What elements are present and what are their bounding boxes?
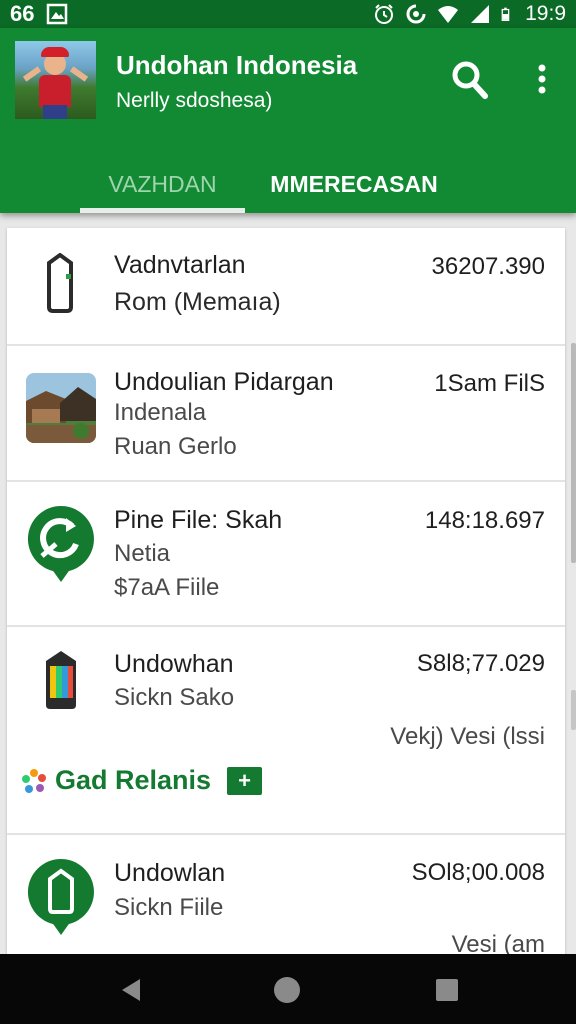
list-item[interactable]: Pine File: Skah Netia $7aA Fiile 148:18.… — [7, 482, 565, 627]
colorful-phone-icon — [46, 651, 76, 709]
status-left-text: 66 — [10, 1, 35, 26]
item-value: SOl8;00.008 — [411, 859, 545, 886]
signal-icon — [471, 5, 490, 23]
item-detail: Ruan Gerlo — [114, 433, 237, 460]
home-icon[interactable] — [271, 974, 303, 1006]
item-detail: $7aA Fiile — [114, 574, 220, 601]
avatar[interactable] — [15, 41, 96, 119]
battery-icon — [501, 7, 510, 21]
scrollbar-secondary — [571, 690, 576, 730]
pinwheel-icon — [22, 768, 46, 793]
phone-pin-icon — [27, 859, 94, 935]
app-subtitle: Nerlly sdoshesa) — [116, 89, 273, 112]
village-photo-thumbnail — [26, 373, 96, 443]
back-icon[interactable] — [116, 974, 148, 1006]
app-title: Undohan Indonesia — [116, 50, 358, 80]
list-card: Vadnvtarlan Rom (Memaıa) 36207.390 Undou… — [7, 228, 565, 958]
scrollbar[interactable] — [571, 343, 576, 563]
item-value: 148:18.697 — [424, 507, 545, 534]
list-item[interactable]: Vadnvtarlan Rom (Memaıa) 36207.390 — [7, 228, 565, 346]
item-subtitle: Rom (Memaıa) — [114, 288, 281, 316]
wifi-icon — [438, 6, 459, 23]
item-value: S8l8;77.029 — [416, 650, 545, 677]
item-title: Undoulian Pidargan — [114, 368, 334, 396]
item-subtitle: Netia — [114, 540, 171, 567]
item-subtitle: Sickn Sako — [114, 684, 235, 711]
tab-vazhdan[interactable]: VAZHDAN — [80, 156, 245, 212]
search-icon[interactable] — [450, 58, 490, 100]
tab-indicator — [80, 208, 245, 213]
item-secondary-value: Vekj) Vesi (lssi — [390, 723, 545, 750]
promo-add-button[interactable]: + — [227, 766, 263, 795]
item-title: Undowhan — [114, 650, 234, 678]
gallery-icon — [47, 3, 68, 25]
alarm-icon — [375, 4, 394, 24]
list-item[interactable]: Undoulian Pidargan Indenala Ruan Gerlo 1… — [7, 346, 565, 482]
refresh-pin-icon — [27, 506, 94, 582]
tab-mmerecasan[interactable]: MMERECASAN — [258, 156, 450, 212]
promo-label: Gad Relanis — [55, 765, 212, 795]
status-bar: 66 19:9 — [0, 0, 576, 28]
phone-icon — [47, 253, 73, 313]
list-item[interactable]: Undowhan Sickn Sako S8l8;77.029 Vekj) Ve… — [7, 627, 565, 835]
item-value: 1Sam FilS — [434, 370, 545, 397]
item-subtitle: Indenala — [114, 399, 207, 426]
item-subtitle: Sickn Fiile — [114, 894, 224, 921]
item-title: Undowlan — [114, 859, 226, 887]
item-value: 36207.390 — [431, 253, 545, 280]
list-item[interactable]: Undowlan Sickn Fiile SOl8;00.008 Vesi (a… — [7, 835, 565, 958]
item-title: Vadnvtarlan — [114, 251, 246, 279]
recents-icon[interactable] — [431, 974, 463, 1006]
more-vert-icon[interactable] — [528, 58, 556, 100]
data-saver-icon — [406, 4, 426, 24]
app-bar: Undohan Indonesia Nerlly sdoshesa) VAZHD… — [0, 28, 576, 213]
promo-banner[interactable]: Gad Relanis + — [21, 765, 263, 796]
item-title: Pine File: Skah — [114, 506, 283, 534]
navigation-bar — [0, 954, 576, 1024]
status-time: 19:9 — [525, 2, 566, 25]
